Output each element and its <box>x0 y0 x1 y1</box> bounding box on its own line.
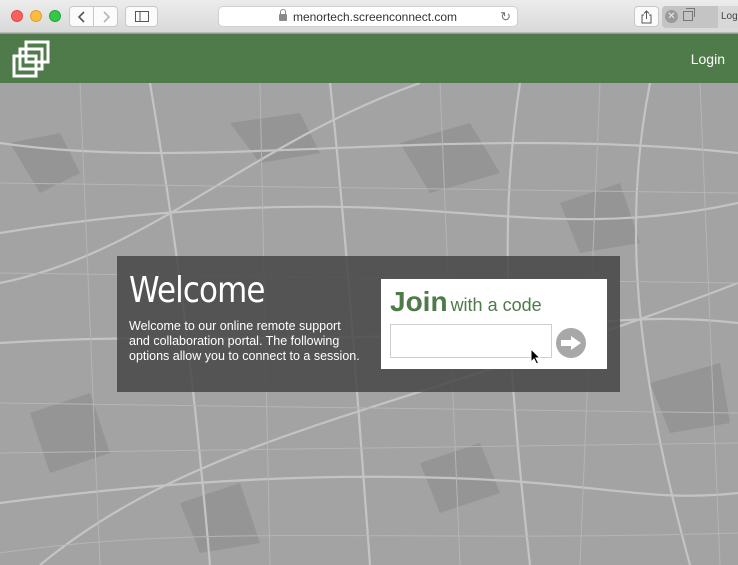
tab-overview[interactable]: ✕ Log <box>662 6 738 28</box>
share-button[interactable] <box>634 6 659 27</box>
browser-toolbar: menortech.screenconnect.com ↻ ✕ Log <box>0 0 738 33</box>
arrow-right-icon <box>561 336 581 350</box>
join-heading: Join with a code <box>390 286 542 318</box>
join-code-box: Join with a code <box>381 279 607 369</box>
chevron-right-icon <box>102 10 110 23</box>
share-icon <box>641 9 652 23</box>
url-text: menortech.screenconnect.com <box>292 9 458 24</box>
welcome-title: Welcome <box>129 270 265 311</box>
window-close-button[interactable] <box>11 10 23 22</box>
code-input[interactable] <box>390 324 552 358</box>
duplicate-tab-icon[interactable] <box>683 8 695 21</box>
window-minimize-button[interactable] <box>30 10 42 22</box>
login-link[interactable]: Login <box>691 51 725 67</box>
welcome-panel: Welcome Welcome to our online remote sup… <box>117 256 620 392</box>
forward-button[interactable] <box>93 6 118 27</box>
app-header: Login <box>0 34 738 83</box>
screenconnect-logo-icon <box>12 40 50 78</box>
reload-icon[interactable]: ↻ <box>500 9 511 25</box>
close-tab-icon[interactable]: ✕ <box>665 10 678 23</box>
welcome-description: Welcome to our online remote support and… <box>129 319 360 363</box>
sidebar-toggle-button[interactable] <box>125 6 158 27</box>
lock-icon <box>278 9 287 21</box>
tab-peek-label[interactable]: Log <box>718 6 738 28</box>
chevron-left-icon <box>77 10 85 23</box>
back-button[interactable] <box>69 6 94 27</box>
mouse-cursor-icon <box>530 348 541 365</box>
join-heading-rest: with a code <box>450 295 542 315</box>
sidebar-icon <box>134 11 149 22</box>
window-maximize-button[interactable] <box>49 10 61 22</box>
join-submit-button[interactable] <box>556 328 586 358</box>
join-heading-bold: Join <box>390 286 448 317</box>
address-bar[interactable]: menortech.screenconnect.com ↻ <box>218 6 518 27</box>
